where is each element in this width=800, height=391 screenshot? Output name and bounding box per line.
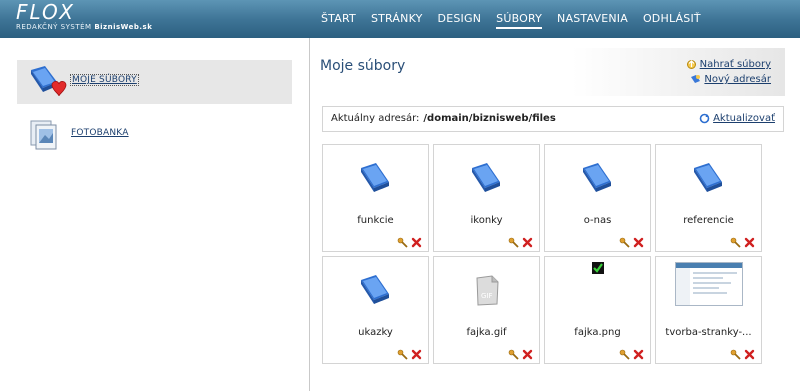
actions: Nahrať súbory Nový adresár: [686, 59, 771, 89]
file-name: fajka.png: [574, 327, 621, 338]
title-bar: Moje súbory Nahrať súbory Nový adresár: [311, 48, 785, 96]
edit-icon[interactable]: [397, 233, 408, 248]
photobank-icon: [27, 117, 67, 155]
file-tools: [394, 233, 422, 248]
file-name: referencie: [683, 215, 734, 226]
file-tools: [616, 233, 644, 248]
upload-files-link[interactable]: Nahrať súbory: [686, 59, 771, 70]
delete-icon[interactable]: [744, 233, 755, 248]
delete-icon[interactable]: [633, 345, 644, 360]
main-nav: ŠTART STRÁNKY DESIGN SÚBORY NASTAVENIA O…: [321, 12, 716, 29]
current-directory: Aktuálny adresár:/domain/biznisweb/files: [331, 113, 556, 124]
file-tile[interactable]: referencie: [655, 144, 762, 252]
file-name: tvorba-stranky-...: [665, 327, 752, 338]
delete-icon[interactable]: [522, 233, 533, 248]
checkmark-icon: [545, 261, 650, 275]
file-name: funkcie: [357, 215, 394, 226]
main-panel: Moje súbory Nahrať súbory Nový adresár A…: [311, 38, 800, 391]
nav-pages[interactable]: STRÁNKY: [371, 12, 423, 29]
refresh-icon: [699, 113, 710, 124]
sidebar-item-my-files[interactable]: MOJE SÚBORY: [17, 60, 292, 104]
edit-icon[interactable]: [619, 345, 630, 360]
file-tools: [616, 345, 644, 360]
nav-logout[interactable]: ODHLÁSIŤ: [643, 12, 701, 29]
edit-icon[interactable]: [730, 233, 741, 248]
logo-name: FLOX: [16, 0, 75, 24]
folder-icon: [545, 153, 650, 203]
file-tools: [505, 233, 533, 248]
file-name: ikonky: [470, 215, 503, 226]
file-tile[interactable]: tvorba-stranky-...: [655, 256, 762, 364]
file-tile[interactable]: o-nas: [544, 144, 651, 252]
edit-icon[interactable]: [508, 345, 519, 360]
sidebar-item-label: MOJE SÚBORY: [70, 74, 139, 86]
directory-bar: Aktuálny adresár:/domain/biznisweb/files…: [322, 106, 784, 132]
file-tools: [505, 345, 533, 360]
sidebar: MOJE SÚBORY FOTOBANKA: [0, 38, 310, 391]
nav-design[interactable]: DESIGN: [438, 12, 482, 29]
file-tile[interactable]: ikonky: [433, 144, 540, 252]
page-title: Moje súbory: [320, 58, 406, 74]
upload-files-label: Nahrať súbory: [699, 59, 771, 70]
svg-text:GIF: GIF: [481, 292, 493, 300]
delete-icon[interactable]: [522, 345, 533, 360]
file-tile[interactable]: fajka.png: [544, 256, 651, 364]
sidebar-item-photobank[interactable]: FOTOBANKA: [17, 113, 292, 157]
edit-icon[interactable]: [619, 233, 630, 248]
logo[interactable]: FLOX REDAKČNÝ SYSTÉM BiznisWeb.sk: [16, 2, 152, 31]
upload-icon: [686, 60, 696, 69]
folder-icon: [323, 265, 428, 315]
nav-settings[interactable]: NASTAVENIA: [557, 12, 628, 29]
new-folder-icon: [691, 75, 701, 83]
new-folder-link[interactable]: Nový adresár: [686, 74, 771, 85]
folder-icon: [434, 153, 539, 203]
edit-icon[interactable]: [397, 345, 408, 360]
file-tools: [394, 345, 422, 360]
directory-path: /domain/biznisweb/files: [423, 113, 556, 124]
file-tile[interactable]: GIF fajka.gif: [433, 256, 540, 364]
edit-icon[interactable]: [730, 345, 741, 360]
refresh-link[interactable]: Aktualizovať: [699, 113, 775, 124]
nav-start[interactable]: ŠTART: [321, 12, 356, 29]
delete-icon[interactable]: [411, 345, 422, 360]
file-tile[interactable]: funkcie: [322, 144, 429, 252]
file-name: ukazky: [358, 327, 393, 338]
nav-files[interactable]: SÚBORY: [496, 12, 543, 29]
logo-subtitle: REDAKČNÝ SYSTÉM BiznisWeb.sk: [16, 23, 153, 31]
file-tile[interactable]: ukazky: [322, 256, 429, 364]
folder-icon: [323, 153, 428, 203]
image-thumbnail: [656, 262, 761, 306]
refresh-label: Aktualizovať: [713, 113, 775, 124]
gif-file-icon: GIF: [434, 265, 539, 315]
folder-icon: [656, 153, 761, 203]
file-tools: [727, 233, 755, 248]
delete-icon[interactable]: [633, 233, 644, 248]
header-bar: FLOX REDAKČNÝ SYSTÉM BiznisWeb.sk ŠTART …: [0, 0, 800, 38]
sidebar-item-label: FOTOBANKA: [71, 128, 129, 138]
delete-icon[interactable]: [744, 345, 755, 360]
my-files-icon: [27, 64, 67, 102]
file-name: o-nas: [583, 215, 612, 226]
edit-icon[interactable]: [508, 233, 519, 248]
delete-icon[interactable]: [411, 233, 422, 248]
file-tools: [727, 345, 755, 360]
new-folder-label: Nový adresár: [704, 74, 771, 85]
file-name: fajka.gif: [466, 327, 507, 338]
